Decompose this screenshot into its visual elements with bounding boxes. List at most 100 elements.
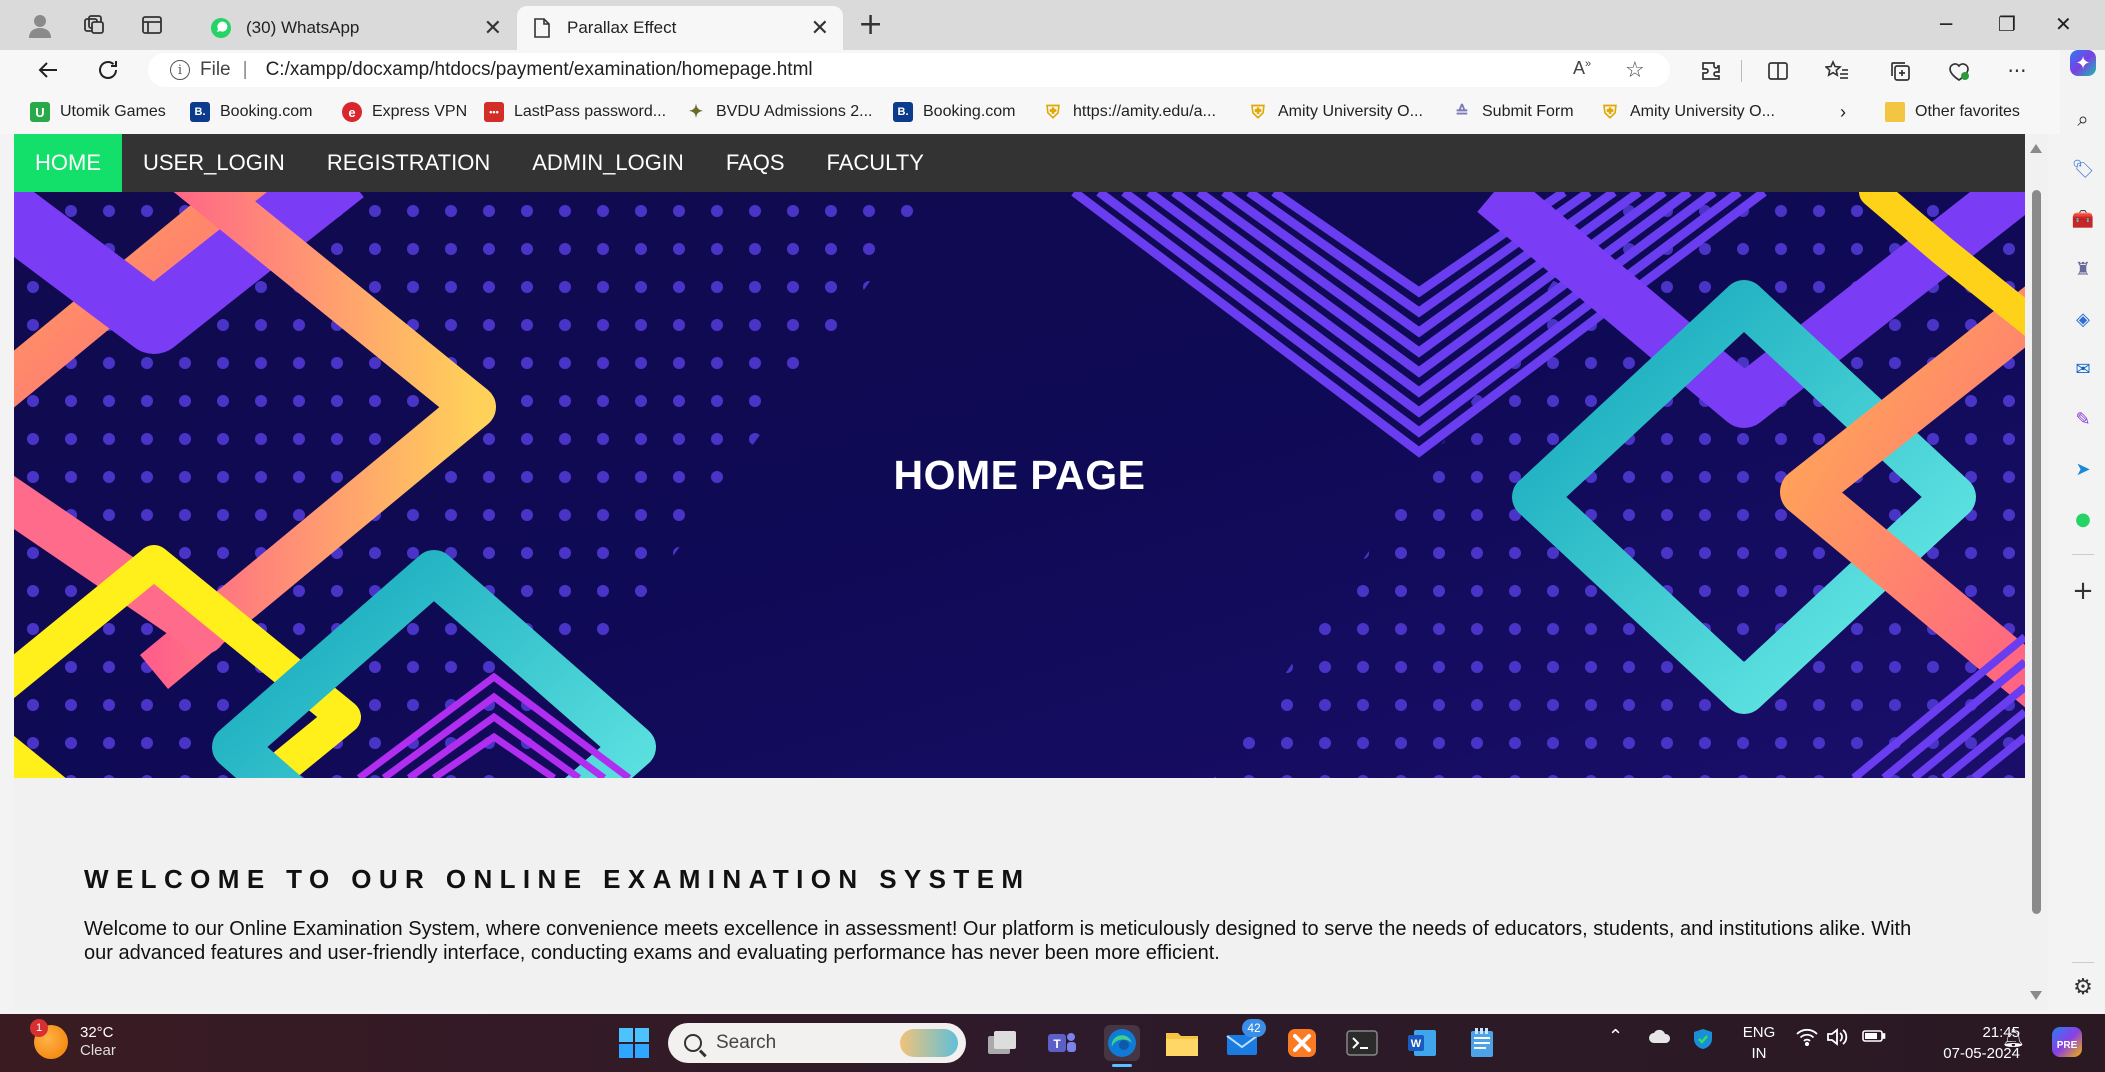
workspaces-icon[interactable]: [80, 11, 108, 39]
split-screen-icon[interactable]: [1763, 56, 1793, 86]
add-icon[interactable]: +: [2070, 576, 2096, 606]
nav-registration[interactable]: REGISTRATION: [306, 134, 511, 192]
windows-start-icon[interactable]: [616, 1025, 652, 1061]
games-icon[interactable]: ♜: [2070, 256, 2096, 282]
other-favorites-label: Other favorites: [1915, 103, 2020, 120]
welcome-heading: WELCOME TO OUR ONLINE EXAMINATION SYSTEM: [84, 864, 1031, 894]
new-tab-icon[interactable]: +: [858, 10, 883, 40]
favorites-list-icon[interactable]: [1822, 56, 1852, 86]
onedrive-cloud-icon[interactable]: [1648, 1028, 1672, 1048]
favorite-label: Amity University O...: [1630, 103, 1775, 120]
url-text: C:/xampp/docxamp/htdocs/payment/examinat…: [265, 59, 813, 80]
taskbar-search-input[interactable]: Search: [668, 1023, 966, 1063]
favorite-amity-url[interactable]: ⛨ https://amity.edu/a...: [1043, 100, 1216, 124]
browser-essentials-icon[interactable]: [1944, 56, 1974, 86]
page-viewport: HOME USER_LOGIN REGISTRATION ADMIN_LOGIN…: [14, 134, 2025, 1010]
more-options-icon[interactable]: ···: [2002, 56, 2032, 86]
other-favorites[interactable]: Other favorites: [1885, 100, 2020, 124]
separator: |: [242, 59, 248, 80]
nav-faculty[interactable]: FACULTY: [806, 134, 945, 192]
back-arrow-icon[interactable]: [32, 54, 64, 86]
notification-bell-icon[interactable]: 🔔︎: [2002, 1028, 2025, 1049]
mail-icon[interactable]: 42: [1224, 1019, 1266, 1061]
collections-icon[interactable]: [1885, 56, 1915, 86]
volume-icon[interactable]: [1826, 1028, 1848, 1050]
favorite-label: Utomik Games: [60, 103, 166, 120]
designer-icon[interactable]: ✎: [2070, 406, 2096, 432]
sidebar-divider: [2072, 554, 2094, 555]
favorite-express-vpn[interactable]: e Express VPN: [342, 100, 467, 124]
defender-shield-icon[interactable]: [1692, 1028, 1714, 1054]
favorite-lastpass[interactable]: ••• LastPass password...: [484, 100, 666, 124]
whatsapp-icon[interactable]: ●: [2070, 506, 2096, 532]
page-scrollbar[interactable]: [2025, 134, 2048, 1010]
language-indicator[interactable]: ENG IN: [1738, 1022, 1780, 1064]
extensions-icon[interactable]: [1696, 56, 1726, 86]
nav-faqs[interactable]: FAQS: [705, 134, 806, 192]
wifi-icon[interactable]: [1796, 1028, 1818, 1051]
minimize-icon[interactable]: ─: [1940, 12, 1952, 36]
copilot-icon[interactable]: ✦: [2070, 50, 2096, 76]
battery-icon[interactable]: [1862, 1028, 1886, 1048]
scroll-down-arrow-icon[interactable]: [2030, 991, 2042, 1000]
favorite-label: Amity University O...: [1278, 103, 1423, 120]
close-tab-icon[interactable]: ✕: [811, 15, 829, 41]
scheme-label: File: [200, 59, 231, 80]
file-explorer-icon[interactable]: [1164, 1025, 1200, 1061]
shopping-tag-icon[interactable]: 🏷: [2070, 156, 2096, 182]
info-icon[interactable]: i: [170, 60, 190, 80]
url-input[interactable]: i File | C:/xampp/docxamp/htdocs/payment…: [148, 53, 1670, 87]
favorite-star-icon[interactable]: ☆: [1625, 58, 1645, 83]
favorite-utomik-games[interactable]: U Utomik Games: [30, 100, 166, 124]
edge-sidebar: ✦ ⌕ 🏷 🧰 ♜ ◈ ✉ ✎ ➤ ● + ⚙: [2060, 50, 2105, 1010]
terminal-icon[interactable]: [1344, 1025, 1380, 1061]
weather-temp: 32°C: [80, 1024, 114, 1041]
microsoft-365-icon[interactable]: ◈: [2070, 306, 2096, 332]
tools-icon[interactable]: 🧰: [2070, 206, 2096, 232]
address-bar: i File | C:/xampp/docxamp/htdocs/payment…: [0, 50, 2060, 90]
notepad-icon[interactable]: [1464, 1025, 1500, 1061]
chevron-up-icon[interactable]: ⌃: [1608, 1026, 1623, 1047]
profile-icon[interactable]: [26, 11, 54, 39]
favorite-booking-2[interactable]: B. Booking.com: [893, 100, 1016, 124]
word-icon[interactable]: W: [1404, 1025, 1440, 1061]
top-navigation: HOME USER_LOGIN REGISTRATION ADMIN_LOGIN…: [14, 134, 2025, 192]
tab-actions-icon[interactable]: [138, 11, 166, 39]
search-icon[interactable]: ⌕: [2070, 106, 2096, 132]
weather-badge: 1: [30, 1019, 48, 1037]
booking-icon: B.: [190, 102, 210, 122]
weather-widget[interactable]: 1 32°C Clear: [30, 1019, 116, 1060]
nav-home[interactable]: HOME: [14, 134, 122, 192]
copilot-taskbar-icon[interactable]: PRE: [2050, 1025, 2084, 1063]
hero-title: HOME PAGE: [893, 451, 1146, 498]
nav-user-login[interactable]: USER_LOGIN: [122, 134, 306, 192]
restore-icon[interactable]: ❐: [1998, 12, 2016, 36]
favorite-amity-university-2[interactable]: ⛨ Amity University O...: [1600, 100, 1775, 124]
read-aloud-icon[interactable]: A»: [1573, 58, 1591, 79]
weather-condition: Clear: [80, 1042, 116, 1059]
scroll-thumb[interactable]: [2032, 190, 2041, 914]
close-window-icon[interactable]: ✕: [2055, 12, 2072, 36]
gear-icon[interactable]: ⚙: [2070, 974, 2096, 1000]
svg-text:W: W: [1411, 1038, 1422, 1050]
favorite-submit-form[interactable]: ≙ Submit Form: [1452, 100, 1573, 124]
edge-browser-icon[interactable]: [1104, 1025, 1140, 1067]
teams-icon[interactable]: T: [1044, 1025, 1080, 1061]
task-view-icon[interactable]: [984, 1025, 1020, 1061]
favorite-booking[interactable]: B. Booking.com: [190, 100, 313, 124]
xampp-icon[interactable]: [1284, 1025, 1320, 1061]
telegram-icon[interactable]: ➤: [2070, 456, 2096, 482]
tab-whatsapp[interactable]: (30) WhatsApp ✕: [196, 6, 516, 50]
refresh-icon[interactable]: [92, 54, 124, 86]
scroll-up-arrow-icon[interactable]: [2030, 144, 2042, 153]
favorite-bvdu[interactable]: ✦ BVDU Admissions 2...: [686, 100, 873, 124]
sidebar-divider: [2072, 962, 2094, 963]
close-tab-icon[interactable]: ✕: [484, 15, 502, 41]
welcome-paragraph: Welcome to our Online Examination System…: [84, 918, 1912, 964]
svg-text:PRE: PRE: [2057, 1040, 2078, 1051]
nav-admin-login[interactable]: ADMIN_LOGIN: [511, 134, 705, 192]
favorite-amity-university-1[interactable]: ⛨ Amity University O...: [1248, 100, 1423, 124]
chevron-right-icon[interactable]: ›: [1840, 100, 1846, 124]
tab-parallax-effect[interactable]: Parallax Effect ✕: [517, 6, 843, 50]
outlook-icon[interactable]: ✉: [2070, 356, 2096, 382]
